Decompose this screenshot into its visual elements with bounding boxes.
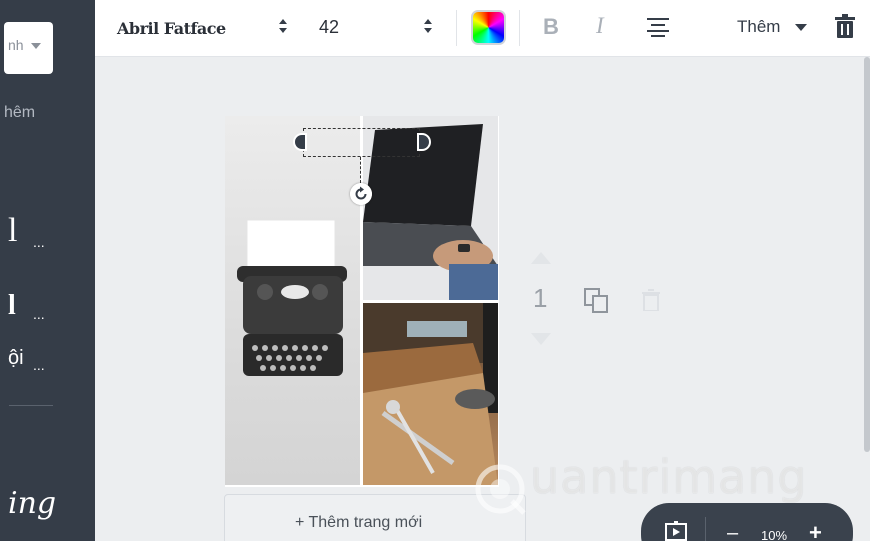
color-picker-icon[interactable] [471, 10, 506, 45]
sidebar-font-item[interactable]: ội [8, 347, 24, 370]
toolbar-divider [456, 10, 457, 46]
sidebar-font-item[interactable]: l [8, 212, 17, 250]
typewriter-image [237, 219, 347, 376]
zoom-out-button[interactable]: – [727, 522, 738, 541]
font-family-select[interactable]: Abril Fatface [117, 19, 226, 38]
up-down-arrows-icon[interactable] [423, 17, 433, 37]
photo-typewriter[interactable] [225, 116, 360, 485]
sidebar-select[interactable]: nh [4, 22, 53, 74]
trash-icon[interactable] [642, 289, 660, 311]
add-page-label: + Thêm trang mới [295, 514, 423, 531]
left-sidebar: nh hêm l ... l ... ội ... ing [0, 0, 95, 541]
rotate-stem [360, 157, 361, 183]
rotate-icon[interactable] [350, 183, 372, 205]
align-center-icon[interactable] [647, 17, 669, 37]
text-toolbar: Abril Fatface 42 B I Thêm [95, 0, 870, 57]
watermark-text: uantrimang [530, 450, 808, 504]
sidebar-font-item[interactable]: ing [8, 486, 56, 521]
sidebar-font-more: ... [33, 234, 45, 250]
copy-page-icon[interactable] [584, 288, 610, 314]
toolbar-divider [519, 10, 520, 46]
up-down-arrows-icon[interactable] [278, 17, 288, 37]
sidebar-font-item[interactable]: l [8, 290, 16, 322]
font-size-input[interactable]: 42 [319, 17, 339, 38]
page-number: 1 [533, 283, 548, 313]
arrow-up-icon[interactable] [531, 252, 551, 264]
more-button[interactable]: Thêm [737, 17, 780, 37]
present-icon[interactable] [665, 521, 687, 541]
chevron-down-icon [31, 43, 41, 49]
resize-handle-left[interactable] [293, 133, 307, 151]
design-page[interactable] [225, 116, 499, 487]
italic-button[interactable]: I [596, 13, 604, 39]
zoom-in-button[interactable]: + [809, 520, 822, 541]
sidebar-add-label[interactable]: hêm [4, 104, 35, 122]
zoom-level: 10% [761, 528, 788, 541]
vertical-scrollbar[interactable] [864, 57, 870, 452]
sidebar-font-more: ... [33, 306, 45, 322]
arrow-down-icon[interactable] [531, 333, 551, 345]
bold-button[interactable]: B [543, 14, 559, 40]
watermark: uantrimang [472, 450, 808, 504]
zoom-bar: – 10% + [641, 503, 853, 541]
sidebar-select-label: nh [8, 37, 24, 53]
sidebar-font-more: ... [33, 357, 45, 373]
text-selection-box[interactable] [303, 128, 420, 157]
sidebar-divider [9, 405, 53, 406]
trash-icon[interactable] [835, 14, 855, 38]
caret-down-icon [795, 24, 807, 31]
zoom-divider [705, 517, 706, 541]
